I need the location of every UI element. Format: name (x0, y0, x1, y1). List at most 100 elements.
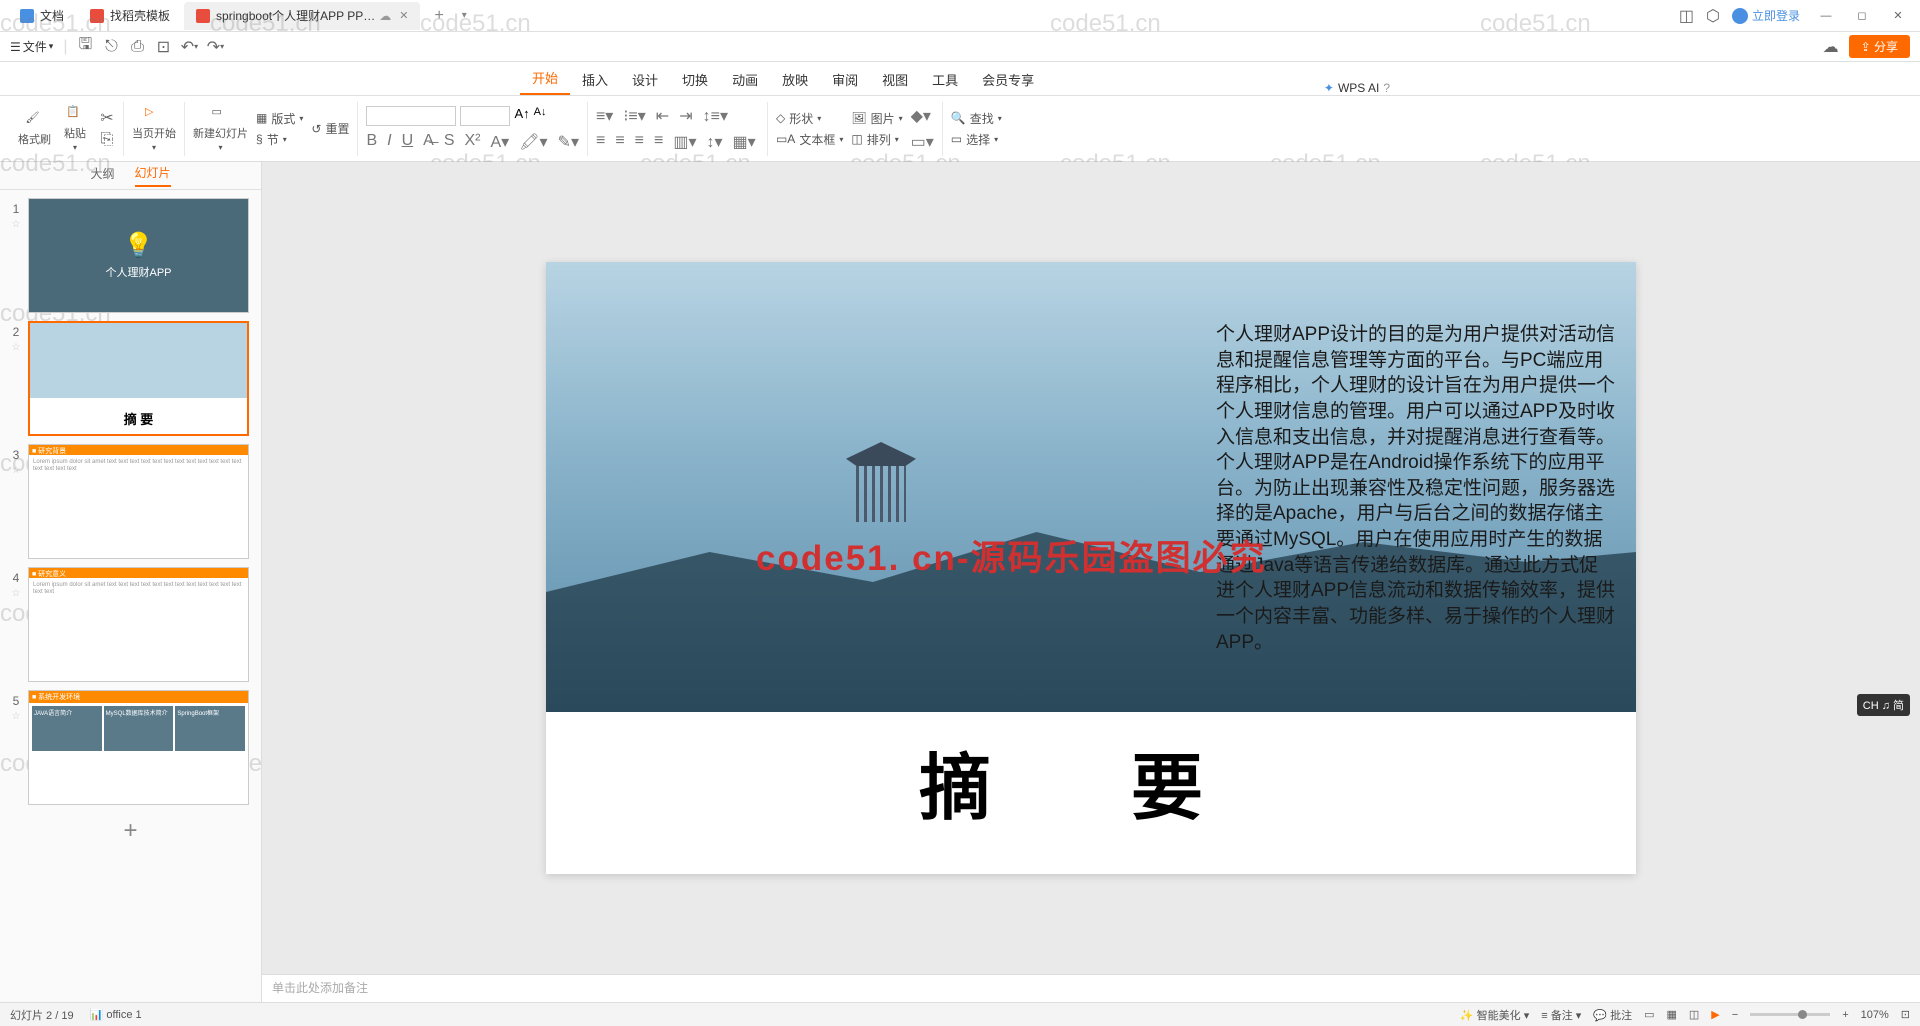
menu-animation[interactable]: 动画 (720, 64, 770, 95)
outline-icon[interactable]: ▭▾ (911, 132, 934, 152)
thumbnails-panel[interactable]: 1☆ 💡 个人理财APP 2☆ 摘 要 3☆ ■ 研究背景 Lorem ipsu… (0, 190, 261, 1002)
indent-inc-icon[interactable]: ⇥ (679, 106, 692, 126)
tab-daoke[interactable]: 找稻壳模板 (78, 2, 182, 30)
text-direction-icon[interactable]: ↕▾ (707, 132, 723, 152)
tab-outline[interactable]: 大纲 (90, 165, 114, 186)
font-family-select[interactable] (366, 106, 456, 126)
current-slide[interactable]: 个人理财APP设计的目的是为用户提供对活动信息和提醒信息管理等方面的平台。与PC… (546, 262, 1636, 874)
menu-button[interactable]: ☰ 文件 ▾ (10, 38, 53, 55)
redo-icon[interactable]: ↷▾ (207, 39, 223, 55)
tab-docs[interactable]: 文档 (8, 2, 76, 30)
maximize-button[interactable]: ◻ (1848, 6, 1876, 26)
textbox-button[interactable]: ▭A文本框▾ (776, 131, 843, 148)
new-slide-button[interactable]: ▭新建幻灯片▾ (193, 105, 248, 152)
view-sorter-icon[interactable]: ▦ (1666, 1008, 1676, 1021)
align-right-icon[interactable]: ≡ (635, 132, 644, 152)
export-icon[interactable]: ⎋ (103, 39, 119, 55)
align-center-icon[interactable]: ≡ (615, 132, 624, 152)
menu-view[interactable]: 视图 (870, 64, 920, 95)
close-icon[interactable]: ✕ (399, 9, 408, 22)
font-color-icon[interactable]: A▾ (490, 132, 509, 152)
tab-slides[interactable]: 幻灯片 (135, 164, 171, 187)
find-button[interactable]: 🔍查找▾ (951, 110, 1002, 127)
slide-title[interactable]: 摘 要 (546, 729, 1636, 834)
new-tab-button[interactable]: + (422, 2, 455, 30)
zoom-value[interactable]: 107% (1861, 1009, 1889, 1021)
wps-ai-button[interactable]: ✦ WPS AI ? (1324, 81, 1390, 95)
paste-button[interactable]: 📋粘贴▾ (59, 105, 91, 152)
thumbnail-5[interactable]: ■ 系统开发环境 JAVA语言简介 MySQL数据库技术简介 SpringBoo… (28, 690, 249, 805)
beautify-button[interactable]: ✨ 智能美化 ▾ (1460, 1007, 1529, 1023)
menu-transition[interactable]: 切换 (670, 64, 720, 95)
tab-menu-icon[interactable]: ▾ (462, 10, 467, 21)
increase-font-icon[interactable]: A↑ (514, 106, 529, 126)
reset-button[interactable]: ↺重置 (311, 120, 349, 137)
strikethrough-icon[interactable]: A̶ (423, 132, 434, 152)
cloud-sync-icon[interactable]: ☁ (1823, 39, 1839, 55)
thumbnail-1[interactable]: 💡 个人理财APP (28, 198, 249, 313)
align-text-icon[interactable]: ▦▾ (733, 132, 756, 152)
print-icon[interactable]: ⎙ (129, 39, 145, 55)
columns-icon[interactable]: ▥▾ (673, 132, 696, 152)
format-painter-button[interactable]: 🖌格式刷 (18, 111, 51, 147)
copy-icon[interactable]: ⎘ (99, 132, 115, 148)
view-slideshow-icon[interactable]: ▶ (1711, 1008, 1719, 1021)
layout-button[interactable]: ▦版式▾ (256, 110, 303, 127)
share-button[interactable]: ⇪ 分享 (1849, 35, 1910, 58)
login-button[interactable]: 立即登录 (1732, 7, 1800, 24)
menu-tools[interactable]: 工具 (920, 64, 970, 95)
align-left-icon[interactable]: ≡ (596, 132, 605, 152)
thumbnail-3[interactable]: ■ 研究背景 Lorem ipsum dolor sit amet text t… (28, 444, 249, 559)
zoom-out-icon[interactable]: − (1732, 1009, 1738, 1021)
thumbnail-2[interactable]: 摘 要 (28, 321, 249, 436)
add-slide-button[interactable]: + (4, 813, 257, 849)
undo-icon[interactable]: ↶▾ (181, 39, 197, 55)
window-icon[interactable]: ◫ (1679, 6, 1694, 26)
menu-review[interactable]: 审阅 (820, 64, 870, 95)
save-icon[interactable]: 🖫 (77, 39, 93, 55)
menu-insert[interactable]: 插入 (570, 64, 620, 95)
font-size-select[interactable] (460, 106, 510, 126)
preview-icon[interactable]: ⊡ (155, 39, 171, 55)
from-current-button[interactable]: ▷当页开始▾ (132, 105, 176, 152)
notes-toggle[interactable]: ≡ 备注 ▾ (1541, 1007, 1581, 1023)
close-button[interactable]: ✕ (1884, 6, 1912, 26)
indent-dec-icon[interactable]: ⇤ (656, 106, 669, 126)
underline-icon[interactable]: U (402, 132, 414, 152)
fill-icon[interactable]: ◆▾ (911, 106, 934, 126)
cut-icon[interactable]: ✂ (99, 110, 115, 126)
slide-canvas[interactable]: 个人理财APP设计的目的是为用户提供对活动信息和提醒信息管理等方面的平台。与PC… (262, 162, 1920, 974)
thumbnail-4[interactable]: ■ 研究意义 Lorem ipsum dolor sit amet text t… (28, 567, 249, 682)
menu-start[interactable]: 开始 (520, 62, 570, 95)
menu-design[interactable]: 设计 (620, 64, 670, 95)
bullets-icon[interactable]: ≡▾ (596, 106, 613, 126)
bold-icon[interactable]: B (366, 132, 377, 152)
fit-icon[interactable]: ⊡ (1901, 1008, 1910, 1021)
menu-member[interactable]: 会员专享 (970, 64, 1046, 95)
italic-icon[interactable]: I (387, 132, 391, 152)
decrease-font-icon[interactable]: A↓ (534, 106, 547, 126)
shape-button[interactable]: ◇形状▾ (776, 110, 843, 127)
tab-current[interactable]: springboot个人理财APP PP… ☁ ✕ (184, 2, 420, 30)
align-justify-icon[interactable]: ≡ (654, 132, 663, 152)
arrange-button[interactable]: ◫排列▾ (851, 131, 902, 148)
notes-pane[interactable]: 单击此处添加备注 (262, 974, 1920, 1002)
cube-icon[interactable]: ⬡ (1706, 6, 1720, 26)
line-spacing-icon[interactable]: ↕≡▾ (703, 106, 728, 126)
numbering-icon[interactable]: ⁝≡▾ (623, 106, 645, 126)
clear-format-icon[interactable]: ✎▾ (558, 132, 579, 152)
view-normal-icon[interactable]: ▭ (1644, 1008, 1654, 1021)
highlight-icon[interactable]: 🖍▾ (519, 132, 547, 152)
zoom-slider[interactable] (1750, 1013, 1830, 1016)
menu-slideshow[interactable]: 放映 (770, 64, 820, 95)
superscript-icon[interactable]: X² (464, 132, 480, 152)
slide-body-text[interactable]: 个人理财APP设计的目的是为用户提供对活动信息和提醒信息管理等方面的平台。与PC… (1216, 322, 1616, 655)
select-button[interactable]: ▭选择▾ (951, 131, 1002, 148)
picture-button[interactable]: 🖼图片▾ (851, 110, 902, 127)
shadow-icon[interactable]: S (444, 132, 455, 152)
minimize-button[interactable]: — (1812, 6, 1840, 26)
view-reading-icon[interactable]: ◫ (1689, 1008, 1699, 1021)
zoom-in-icon[interactable]: + (1842, 1009, 1848, 1021)
section-button[interactable]: §节▾ (256, 131, 303, 148)
comments-toggle[interactable]: 💬 批注 (1593, 1007, 1632, 1023)
